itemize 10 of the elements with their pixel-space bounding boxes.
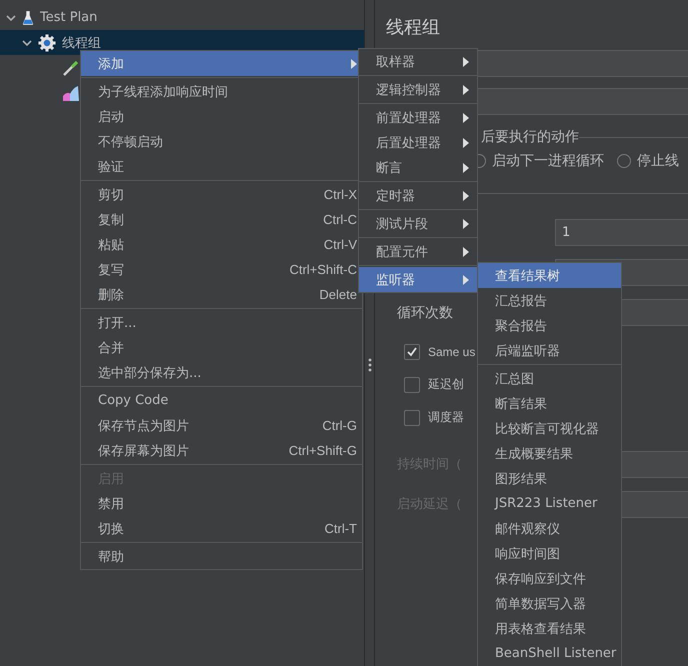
tree-label: Test Plan xyxy=(40,10,98,25)
radio-label: 启动下一进程循环 xyxy=(492,152,604,170)
tree-label: 线程组 xyxy=(62,34,101,52)
checkbox-label: 延迟创 xyxy=(428,376,464,393)
loop-count-label: 循环次数 xyxy=(397,304,454,322)
radio-label: 停止线 xyxy=(637,152,679,170)
group-label: 后要执行的动作 xyxy=(481,128,579,146)
checkbox-label: Same us xyxy=(428,344,476,358)
panel-title: 线程组 xyxy=(386,16,440,40)
checkbox-label: 调度器 xyxy=(428,409,464,426)
